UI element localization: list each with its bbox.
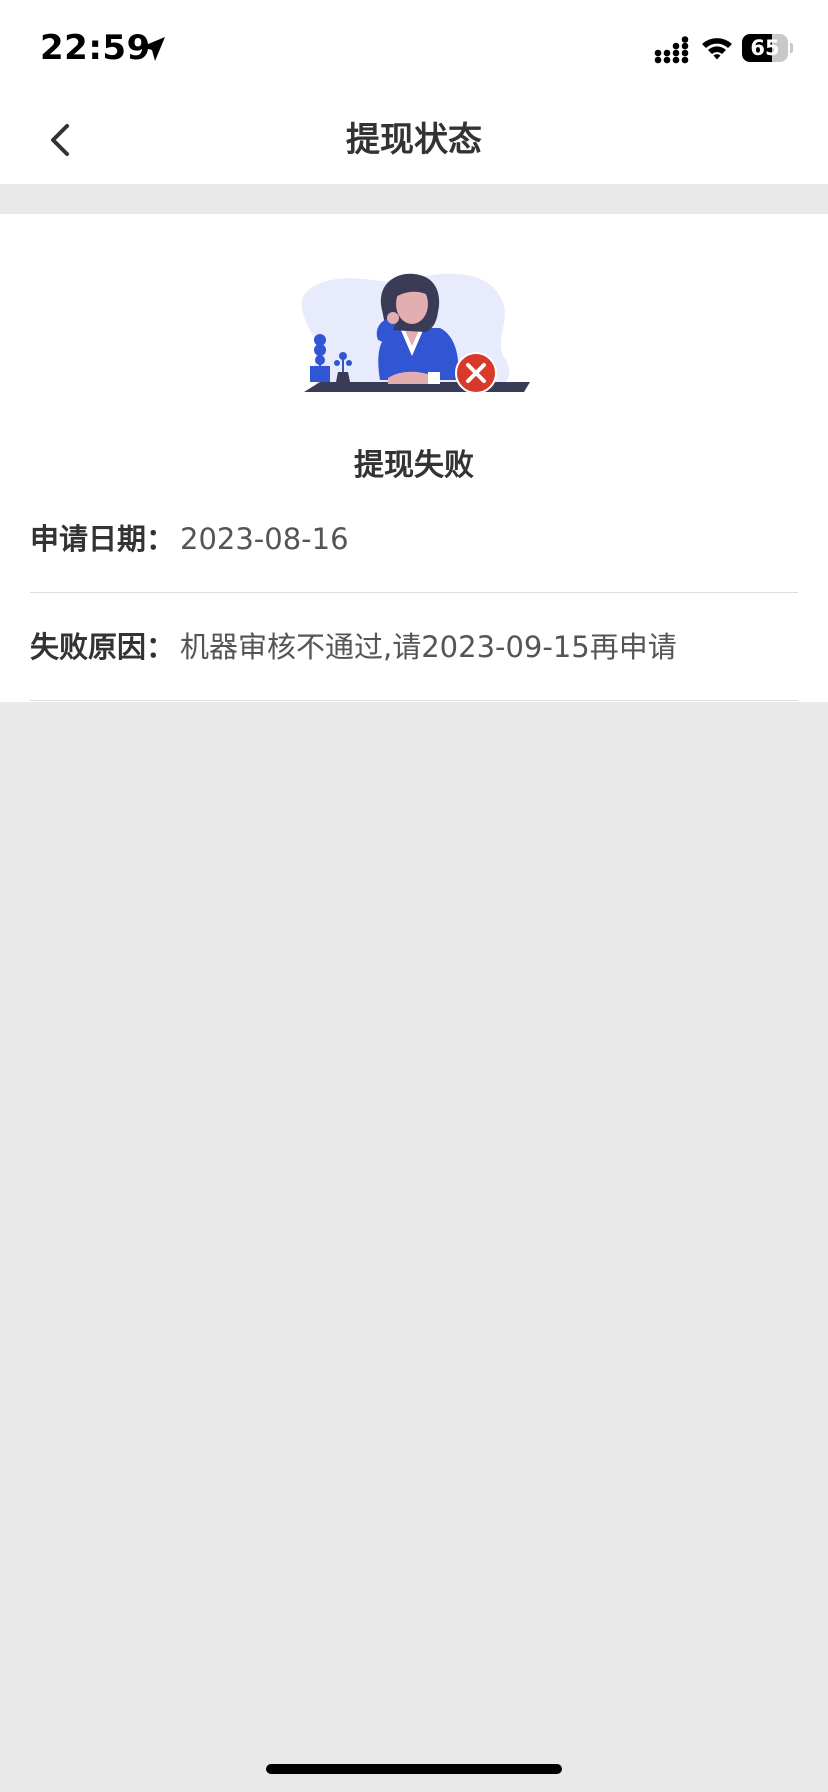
location-arrow-icon (141, 37, 165, 61)
cellular-signal-icon (654, 36, 689, 64)
battery-body: 65 (742, 34, 788, 62)
wifi-icon (702, 38, 732, 60)
apply-date-value: 2023-08-16 (180, 522, 349, 556)
page-title: 提现状态 (346, 120, 482, 160)
chevron-left-icon (51, 124, 69, 156)
status-bar: 22:59 65 (0, 0, 828, 96)
fail-reason-value: 机器审核不通过,请2023-09-15再申请 (180, 630, 677, 664)
info-row-fail-reason: 失败原因： 机器审核不通过,请2023-09-15再申请 (30, 594, 798, 701)
home-indicator[interactable] (266, 1764, 562, 1774)
battery-tip (790, 43, 793, 53)
withdraw-status-card: 提现失败 申请日期： 2023-08-16 失败原因： 机器审核不通过,请202… (0, 214, 828, 702)
apply-date-label: 申请日期： (30, 522, 176, 556)
nav-bar: 提现状态 (0, 96, 828, 184)
back-button[interactable] (30, 110, 90, 170)
status-time: 22:59 (40, 28, 151, 68)
battery-icon: 65 (742, 34, 793, 62)
withdraw-status-title: 提现失败 (354, 448, 474, 483)
failed-woman-illustration (301, 273, 530, 394)
info-row-apply-date: 申请日期： 2023-08-16 (30, 486, 798, 593)
fail-reason-label: 失败原因： (30, 630, 176, 664)
battery-level: 65 (750, 36, 780, 60)
